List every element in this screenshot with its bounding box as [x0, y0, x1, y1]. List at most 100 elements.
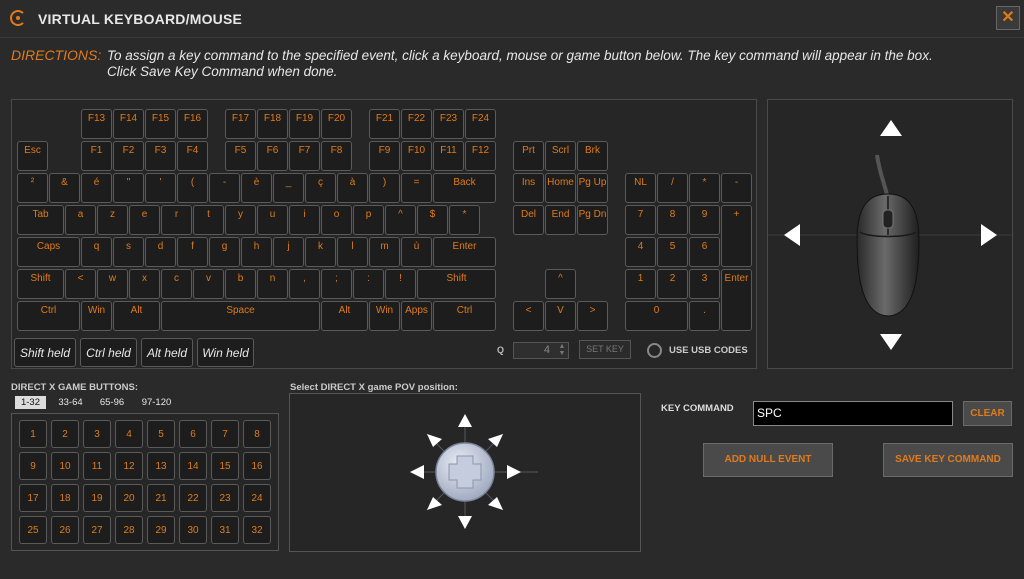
key[interactable]: v: [193, 269, 224, 299]
key[interactable]: s: [113, 237, 144, 267]
caps-lock-key[interactable]: Caps: [17, 237, 80, 267]
function-key[interactable]: F7: [289, 141, 320, 171]
game-button[interactable]: 13: [147, 452, 175, 480]
left-ctrl-key[interactable]: Ctrl: [17, 301, 80, 331]
key[interactable]: =: [401, 173, 432, 203]
game-button-tab[interactable]: 33-64: [53, 396, 88, 409]
numpad-key[interactable]: 2: [657, 269, 688, 299]
game-button[interactable]: 22: [179, 484, 207, 512]
function-key[interactable]: F13: [81, 109, 112, 139]
game-button[interactable]: 2: [51, 420, 79, 448]
close-button[interactable]: ✕: [996, 6, 1020, 30]
game-button[interactable]: 21: [147, 484, 175, 512]
arrow-left-key[interactable]: <: [513, 301, 544, 331]
left-shift-key[interactable]: Shift: [17, 269, 64, 299]
numpad-key[interactable]: 3: [689, 269, 720, 299]
function-key[interactable]: F19: [289, 109, 320, 139]
game-button[interactable]: 17: [19, 484, 47, 512]
pov-se-icon[interactable]: [488, 497, 503, 510]
key[interactable]: à: [337, 173, 368, 203]
system-key[interactable]: Scrl: [545, 141, 576, 171]
pov-n-icon[interactable]: [458, 414, 472, 427]
key[interactable]: ;: [321, 269, 352, 299]
numpad-zero-key[interactable]: 0: [625, 301, 688, 331]
navigation-key[interactable]: Ins: [513, 173, 544, 203]
key[interactable]: q: [81, 237, 112, 267]
modifier-hold-button[interactable]: Ctrl held: [80, 338, 137, 367]
game-button[interactable]: 29: [147, 516, 175, 544]
right-win-key[interactable]: Win: [369, 301, 400, 331]
function-key[interactable]: F15: [145, 109, 176, 139]
game-button-tab[interactable]: 1-32: [15, 396, 46, 409]
key[interactable]: y: [225, 205, 256, 235]
key[interactable]: ²: [17, 173, 48, 203]
backspace-key[interactable]: Back: [433, 173, 496, 203]
numpad-key[interactable]: NL: [625, 173, 656, 203]
game-button[interactable]: 18: [51, 484, 79, 512]
key[interactable]: z: [97, 205, 128, 235]
key[interactable]: <: [65, 269, 96, 299]
apps-key[interactable]: Apps: [401, 301, 432, 331]
save-key-command-button[interactable]: SAVE KEY COMMAND: [883, 443, 1013, 477]
key[interactable]: o: [321, 205, 352, 235]
function-key[interactable]: F18: [257, 109, 288, 139]
game-button[interactable]: 9: [19, 452, 47, 480]
key[interactable]: !: [385, 269, 416, 299]
set-key-button[interactable]: SET KEY: [579, 340, 631, 359]
function-key[interactable]: F20: [321, 109, 352, 139]
key[interactable]: &: [49, 173, 80, 203]
mouse-left-arrow-icon[interactable]: [784, 224, 800, 246]
key[interactable]: -: [209, 173, 240, 203]
game-button[interactable]: 11: [83, 452, 111, 480]
navigation-key[interactable]: Pg Up: [577, 173, 608, 203]
key[interactable]: $: [417, 205, 448, 235]
key[interactable]: g: [209, 237, 240, 267]
key[interactable]: b: [225, 269, 256, 299]
key[interactable]: ,: [289, 269, 320, 299]
game-button[interactable]: 3: [83, 420, 111, 448]
game-button[interactable]: 31: [211, 516, 239, 544]
game-button[interactable]: 15: [211, 452, 239, 480]
game-button[interactable]: 8: [243, 420, 271, 448]
key[interactable]: c: [161, 269, 192, 299]
function-key[interactable]: F11: [433, 141, 464, 171]
clear-button[interactable]: CLEAR: [963, 401, 1012, 426]
key[interactable]: é: [81, 173, 112, 203]
numpad-key[interactable]: 9: [689, 205, 720, 235]
key[interactable]: h: [241, 237, 272, 267]
key[interactable]: j: [273, 237, 304, 267]
key[interactable]: :: [353, 269, 384, 299]
modifier-hold-button[interactable]: Alt held: [141, 338, 193, 367]
navigation-key[interactable]: Del: [513, 205, 544, 235]
key[interactable]: _: [273, 173, 304, 203]
game-button[interactable]: 1: [19, 420, 47, 448]
pov-nw-icon[interactable]: [427, 434, 442, 447]
left-win-key[interactable]: Win: [81, 301, 112, 331]
numpad-key[interactable]: -: [721, 173, 752, 203]
game-button[interactable]: 32: [243, 516, 271, 544]
function-key[interactable]: F14: [113, 109, 144, 139]
space-key[interactable]: Space: [161, 301, 320, 331]
key[interactable]: w: [97, 269, 128, 299]
function-key[interactable]: F16: [177, 109, 208, 139]
numpad-dot-key[interactable]: .: [689, 301, 720, 331]
pov-ne-icon[interactable]: [488, 434, 503, 447]
right-shift-key[interactable]: Shift: [417, 269, 496, 299]
system-key[interactable]: Prt: [513, 141, 544, 171]
function-key[interactable]: F12: [465, 141, 496, 171]
game-button[interactable]: 20: [115, 484, 143, 512]
game-button[interactable]: 30: [179, 516, 207, 544]
mouse-up-arrow-icon[interactable]: [880, 120, 902, 136]
game-button[interactable]: 25: [19, 516, 47, 544]
modifier-hold-button[interactable]: Win held: [197, 338, 254, 367]
arrow-down-key[interactable]: V: [545, 301, 576, 331]
function-key[interactable]: F1: [81, 141, 112, 171]
key[interactable]: ^: [385, 205, 416, 235]
function-key[interactable]: F9: [369, 141, 400, 171]
key[interactable]: *: [449, 205, 480, 235]
game-button[interactable]: 10: [51, 452, 79, 480]
key[interactable]: a: [65, 205, 96, 235]
key[interactable]: ù: [401, 237, 432, 267]
game-button[interactable]: 28: [115, 516, 143, 544]
numpad-key[interactable]: 5: [657, 237, 688, 267]
